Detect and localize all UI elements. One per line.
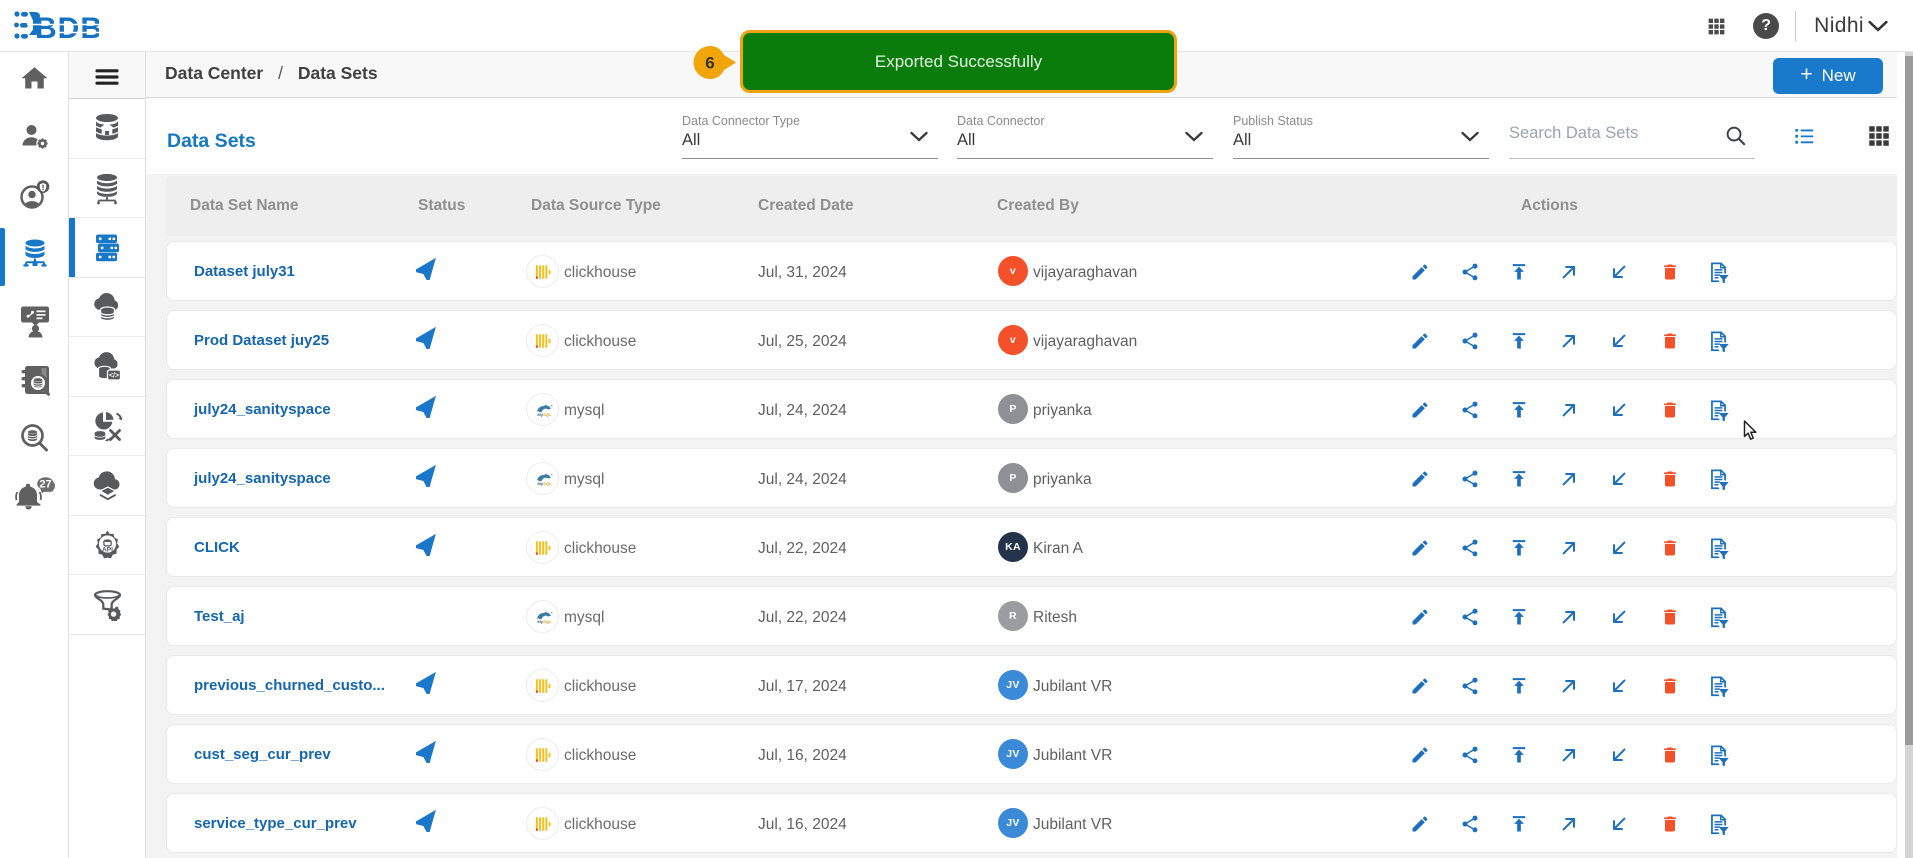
svg-text:SQL: SQL (543, 481, 552, 486)
svg-text:SQL: SQL (543, 412, 552, 417)
svg-text:</>: </> (108, 372, 118, 379)
svg-text:27: 27 (39, 479, 51, 491)
svg-text:BDB: BDB (35, 12, 99, 45)
svg-text:API: API (102, 547, 113, 554)
svg-text:6: 6 (705, 54, 714, 73)
svg-text:SQL: SQL (543, 619, 552, 624)
